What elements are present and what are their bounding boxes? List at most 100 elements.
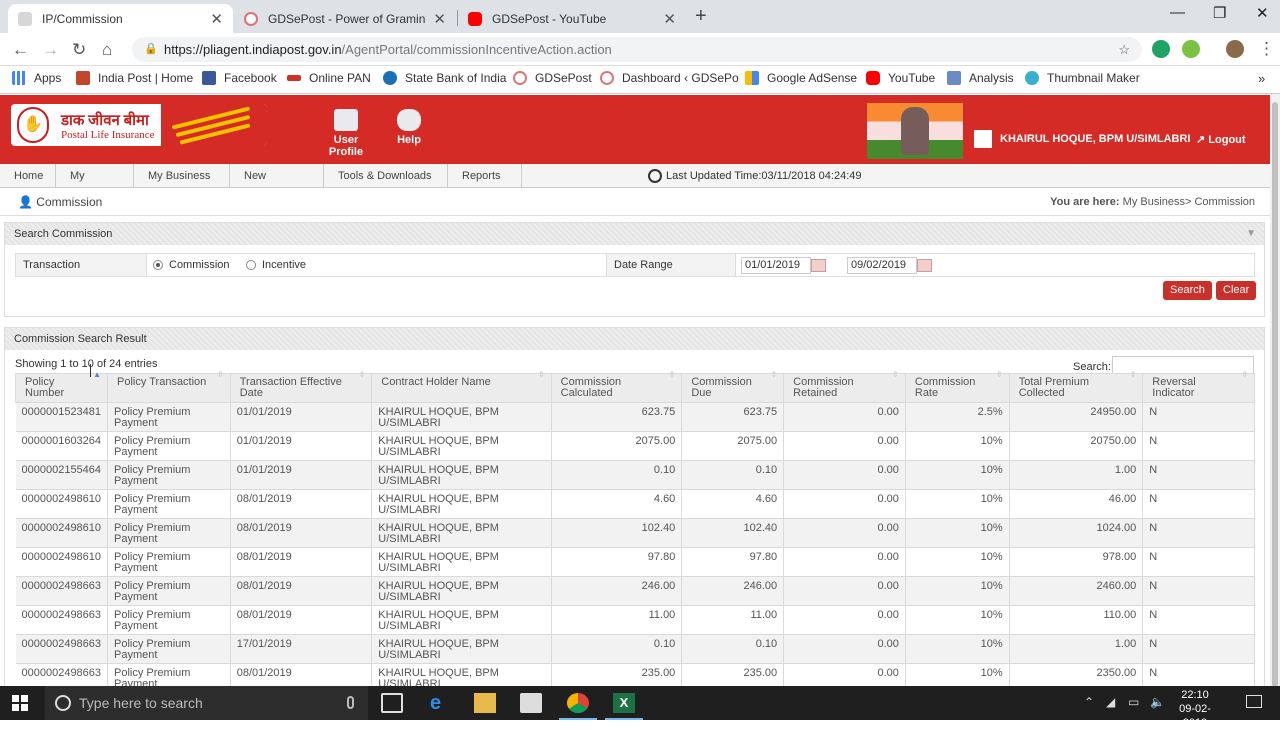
cell-text: U/SIMLABRI [378,417,441,429]
scrollbar-thumb[interactable] [1272,102,1278,687]
radio-commission[interactable]: Commission [153,254,230,276]
date-to-input[interactable]: 09/02/2019 [847,257,917,274]
bookmark-dashboard[interactable]: Dashboard ‹ GDSePo [600,71,739,85]
more-bookmarks-icon[interactable]: » [1258,71,1265,86]
table-row[interactable]: 0000001523481 Policy Premium Payment 01/01/… [15,402,1255,432]
microphone-icon[interactable] [347,696,354,709]
bookmark-youtube[interactable]: YouTube [866,71,935,85]
close-icon[interactable]: ✕ [433,10,446,28]
bookmark-analysis[interactable]: Analysis [947,71,1014,85]
menu-home[interactable]: Home [0,164,56,188]
table-row[interactable]: 0000002498610 Policy Premium Payment 08/01/… [15,547,1255,577]
menu-new-business[interactable]: New Business [230,164,324,206]
cell-text: Payment [114,533,158,545]
table-row[interactable]: 0000001603264 Policy Premium Payment 01/01/… [15,431,1255,461]
radio-incentive[interactable]: Incentive [246,254,306,276]
table-cell: Policy Premium Payment [107,576,231,606]
reload-button[interactable]: ↻ [72,40,86,60]
column-header[interactable]: ⇕ Commission Due [681,370,785,403]
excel-icon[interactable]: X [605,693,643,720]
url-bar[interactable]: 🔒 https://pliagent.indiapost.gov.in/Agen… [132,37,1142,62]
store-icon[interactable] [520,693,542,713]
adsense-icon [745,71,759,85]
minimize-button[interactable]: — [1170,4,1185,21]
tab-gdsepost[interactable]: GDSePost - Power of Gramin Dal ✕ [234,4,456,33]
bookmark-adsense[interactable]: Google AdSense [745,71,857,85]
column-header[interactable]: ⇕ Commission Retained [783,370,906,403]
breadcrumb-path[interactable]: My Business> Commission [1123,196,1255,208]
edge-icon[interactable]: e [430,693,452,713]
taskbar-search[interactable]: Type here to search [45,686,368,720]
table-row[interactable]: 0000002155464 Policy Premium Payment 01/01/… [15,460,1255,490]
column-header[interactable]: ⇕ Reversal Indicator [1142,370,1255,403]
tab-youtube[interactable]: GDSePost - YouTube ✕ [458,4,686,33]
extension-icon[interactable] [1182,40,1200,58]
menu-my-business[interactable]: My Business ▽ [134,164,230,205]
file-explorer-icon[interactable] [474,693,496,713]
windows-start-icon[interactable] [12,695,28,711]
menu-reports[interactable]: Reports ▽ [448,164,522,205]
maximize-button[interactable]: ❐ [1213,4,1226,22]
chrome-icon[interactable] [559,693,597,720]
battery-icon[interactable]: ▭ [1128,695,1139,709]
bookmark-star-icon[interactable]: ☆ [1118,37,1130,62]
table-cell: N [1142,605,1255,635]
table-row[interactable]: 0000002498610 Policy Premium Payment 08/01/… [15,518,1255,548]
column-header[interactable]: ⇕ Commission Rate [904,370,1010,403]
radio-button-checked[interactable] [153,260,163,271]
logout-link[interactable]: ↗ Logout [1196,133,1246,146]
forward-button[interactable]: → [42,40,59,60]
taskbar-clock[interactable]: 22:10 09-02-2019 [1170,688,1220,730]
page-scrollbar[interactable] [1270,94,1280,687]
menu-kebab-icon[interactable]: ⋮ [1258,39,1275,59]
bookmark-apps[interactable]: Apps [12,71,61,85]
radio-button[interactable] [246,260,256,271]
date-from-input[interactable]: 01/01/2019 [741,257,811,274]
table-row[interactable]: 0000002498663 Policy Premium Payment 17/01/… [15,634,1255,664]
calendar-icon[interactable] [811,259,826,272]
task-view-icon[interactable] [381,693,403,713]
bookmark-india-post[interactable]: India Post | Home [76,71,193,85]
tab-ip-commission[interactable]: IP/Commission ✕ [8,4,233,33]
close-icon[interactable]: ✕ [663,10,676,28]
help-link[interactable]: Help [379,109,439,146]
column-header[interactable]: ⇕ Policy Transaction [107,370,231,403]
column-header[interactable]: ⇕ Commission Calculated [550,370,683,403]
column-header[interactable]: ⇕ Contract Holder Name [371,370,552,403]
table-row[interactable]: 0000002498663 Policy Premium Payment 08/01/… [15,605,1255,635]
column-header[interactable]: ⇕ Total Premium Collected [1008,370,1144,403]
volume-icon[interactable]: 🔈 [1150,695,1165,709]
pli-logo[interactable]: ✋ डाक जीवन बीमा Postal Life Insurance [11,104,267,146]
india-post-icon [76,71,90,85]
windows-taskbar: Type here to search e X ⌃ ◢ ▭ 🔈 22:10 09… [0,686,1280,729]
cell-text: 0000002498663 [21,667,102,679]
new-tab-button[interactable]: + [695,5,707,28]
bookmark-sbi[interactable]: State Bank of India [383,71,506,85]
clear-button[interactable]: Clear [1216,281,1257,300]
bookmark-gdsepost[interactable]: GDSePost [513,71,592,85]
show-hidden-icons[interactable]: ⌃ [1084,695,1094,709]
column-header[interactable]: ▲ Policy Number [14,370,109,403]
bookmark-facebook[interactable]: Facebook [202,71,277,85]
notifications-icon[interactable] [1246,695,1262,708]
menu-my-details[interactable]: My Details [56,164,134,206]
calendar-icon[interactable] [917,259,932,272]
table-row[interactable]: 0000002498663 Policy Premium Payment 08/01/… [15,576,1255,606]
profile-avatar[interactable] [1226,40,1244,58]
column-header[interactable]: ⇕ Transaction Effective Date [229,370,373,403]
window-close-button[interactable]: ✕ [1256,4,1269,22]
close-icon[interactable]: ✕ [210,10,223,28]
cell-text: 2.5% [977,406,1003,418]
bookmark-thumbnail-maker[interactable]: Thumbnail Maker [1025,71,1140,85]
menu-tools-downloads[interactable]: Tools & Downloads ▽ [324,164,448,205]
bookmark-online-pan[interactable]: Online PAN [287,71,371,85]
back-button[interactable]: ← [12,40,29,60]
home-button[interactable]: ⌂ [102,40,112,60]
network-icon[interactable]: ◢ [1106,695,1115,709]
search-button[interactable]: Search [1163,281,1212,300]
collapse-icon[interactable]: ▼ [1246,223,1256,245]
user-avatar-icon [974,130,992,148]
table-row[interactable]: 0000002498610 Policy Premium Payment 08/01/… [15,489,1255,519]
grammarly-extension-icon[interactable] [1152,40,1170,58]
user-profile-link[interactable]: User Profile [316,109,376,158]
